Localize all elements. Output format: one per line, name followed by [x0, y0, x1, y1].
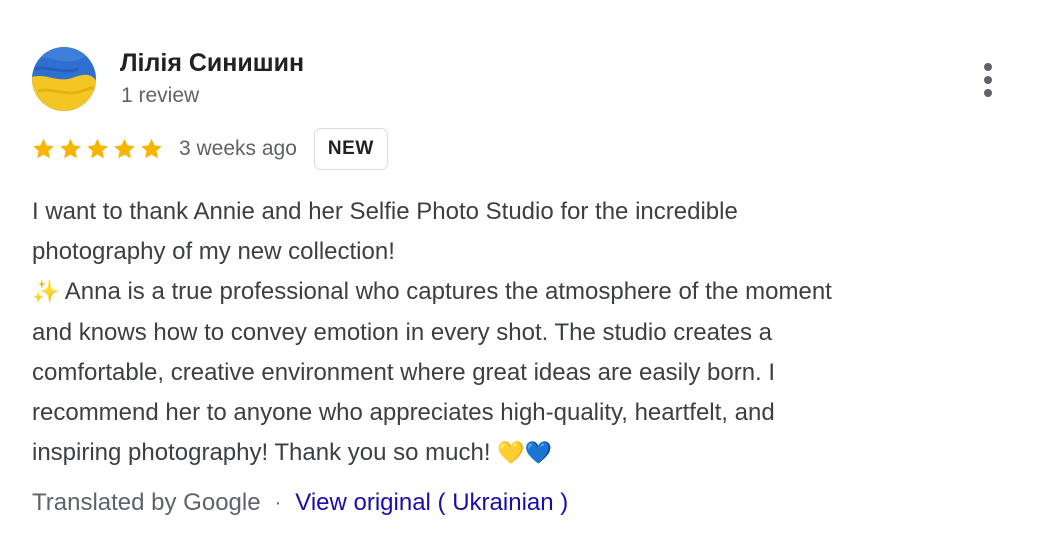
review-line: I want to thank Annie and her Selfie Pho…: [32, 198, 738, 225]
review-line-text: inspiring photography! Thank you so much…: [32, 439, 491, 466]
translation-footer: Translated by Google · View original ( U…: [32, 486, 568, 520]
review-line: photography of my new collection!: [32, 238, 395, 265]
sparkles-icon: ✨: [32, 280, 60, 305]
star-icon: [114, 138, 135, 159]
star-icon: [33, 138, 54, 159]
separator-dot: ·: [274, 491, 282, 514]
reviewer-name[interactable]: Лілія Синишин: [120, 49, 304, 78]
review-text: I want to thank Annie and her Selfie Pho…: [32, 192, 1007, 474]
star-icon: [87, 138, 108, 159]
more-vert-icon: [984, 63, 992, 71]
review-line: recommend her to anyone who appreciates …: [32, 399, 775, 426]
review-line-text: Anna is a true professional who captures…: [64, 278, 832, 305]
star-rating: [31, 137, 164, 161]
more-vert-icon-dot: [984, 89, 992, 97]
reviewer-review-count[interactable]: 1 review: [121, 84, 199, 108]
blue-heart-icon: 💙: [524, 441, 552, 466]
review-line: inspiring photography! Thank you so much…: [32, 433, 1007, 474]
review-date: 3 weeks ago: [179, 137, 297, 160]
more-options-button[interactable]: [975, 60, 1001, 100]
new-badge: NEW: [313, 128, 388, 170]
review-line: comfortable, creative environment where …: [32, 359, 776, 386]
rating-row: 3 weeks ago NEW: [31, 128, 388, 170]
reviewer-avatar[interactable]: [32, 47, 96, 111]
more-vert-icon-dot: [984, 76, 992, 84]
review-line: and knows how to convey emotion in every…: [32, 319, 772, 346]
ukrainian-flag-avatar-icon: [32, 47, 96, 111]
review-line: ✨ Anna is a true professional who captur…: [32, 272, 1007, 313]
translated-by-label: Translated by Google: [32, 489, 261, 516]
yellow-heart-icon: 💛: [497, 441, 525, 466]
star-icon: [60, 138, 81, 159]
view-original-link[interactable]: View original ( Ukrainian ): [295, 489, 568, 517]
star-icon: [141, 138, 162, 159]
